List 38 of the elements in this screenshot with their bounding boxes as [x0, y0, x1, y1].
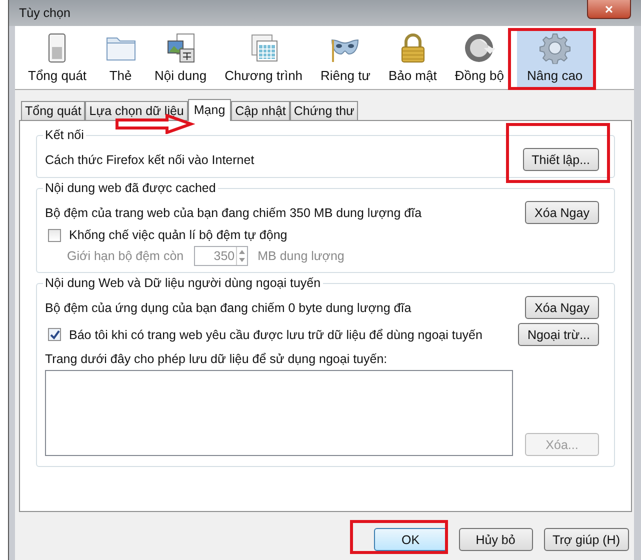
documents-icon: [164, 32, 197, 64]
checkbox[interactable]: [48, 228, 61, 242]
toolbar-item[interactable]: Đồng bộ: [450, 30, 510, 89]
site-list[interactable]: [45, 370, 513, 456]
dialog-button[interactable]: Hủy bỏ: [458, 528, 533, 551]
toolbar-item[interactable]: Bảo mật: [383, 30, 442, 89]
list-label: Trang dưới đây cho phép lưu dữ liệu để sử dụng ngoại tuyến:: [45, 352, 388, 366]
tab[interactable]: Lựa chọn dữ liệu: [85, 101, 188, 120]
toolbar-item[interactable]: Riêng tư: [316, 30, 376, 89]
tab[interactable]: Cập nhật: [231, 101, 290, 120]
checkbox-label: Khống chế việc quản lí bộ đệm tự động: [69, 228, 288, 242]
toolbar-item[interactable]: Chương trình: [220, 30, 308, 89]
tab[interactable]: Mạng: [188, 99, 232, 121]
group-legend: Nội dung web đã được cached: [43, 181, 218, 195]
description-text: Bộ đệm của trang web của bạn đang chiếm 350 MB dung lượng đĩa: [45, 206, 422, 220]
toolbar-item[interactable]: Nội dung: [150, 30, 212, 89]
dialog-button[interactable]: Trợ giúp (H): [544, 528, 629, 551]
exceptions-button[interactable]: Ngoại trừ...: [518, 323, 599, 346]
toolbar-item[interactable]: Nâng cao: [517, 30, 593, 89]
clear-now-button[interactable]: Xóa Ngay: [525, 201, 599, 224]
group-legend: Kết nối: [43, 128, 86, 142]
limit-label: Giới hạn bộ đệm còn: [67, 249, 184, 263]
description-text: Bộ đệm của ứng dụng của bạn đang chiếm 0 byte dung lượng đĩa: [45, 300, 412, 314]
sync-icon: [463, 32, 496, 64]
toolbar-item[interactable]: Thẻ: [100, 30, 142, 89]
checkbox[interactable]: [48, 328, 61, 341]
group-legend: Nội dung Web và Dữ liệu người dùng ngoại tuyến: [43, 276, 323, 290]
window-title: Tùy chọn: [19, 6, 70, 20]
tab[interactable]: Chứng thư: [290, 101, 358, 120]
settings-icon: [538, 32, 571, 64]
checkbox-label: Báo tôi khi có trang web yêu cầu được lưu trữ dữ liệu để dùng ngoại tuyến: [69, 328, 482, 342]
clear-now-button[interactable]: Xóa Ngay: [525, 296, 599, 319]
description-text: Cách thức Firefox kết nối vào Internet: [45, 152, 254, 166]
toolbar-item[interactable]: Tổng quát: [23, 30, 92, 89]
tab[interactable]: Tổng quát: [21, 101, 86, 120]
dialog-button[interactable]: OK: [374, 528, 448, 551]
unit-label: MB dung lượng: [258, 249, 344, 263]
settings-button[interactable]: Thiết lập...: [522, 148, 599, 171]
